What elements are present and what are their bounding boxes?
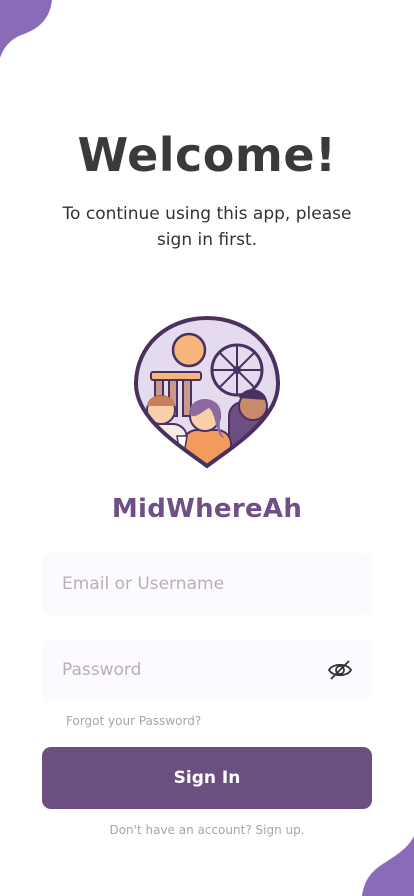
forgot-password-link[interactable]: Forgot your Password?	[66, 714, 201, 728]
password-field-container	[42, 639, 372, 701]
sign-in-button[interactable]: Sign In	[42, 747, 372, 809]
page-title: Welcome!	[77, 128, 337, 182]
sign-up-link[interactable]: Don't have an account? Sign up.	[0, 823, 414, 837]
email-field-container	[42, 553, 372, 615]
email-field[interactable]	[42, 553, 372, 615]
password-field[interactable]	[42, 639, 372, 701]
location-pin-with-friends-icon	[133, 315, 281, 469]
page-subtitle: To continue using this app, please sign …	[62, 204, 352, 250]
eye-off-icon[interactable]	[328, 659, 352, 681]
corner-blob-bottom-right	[362, 836, 414, 896]
brand-name: MidWhereAh	[111, 494, 303, 524]
corner-blob-top-left	[0, 0, 52, 58]
